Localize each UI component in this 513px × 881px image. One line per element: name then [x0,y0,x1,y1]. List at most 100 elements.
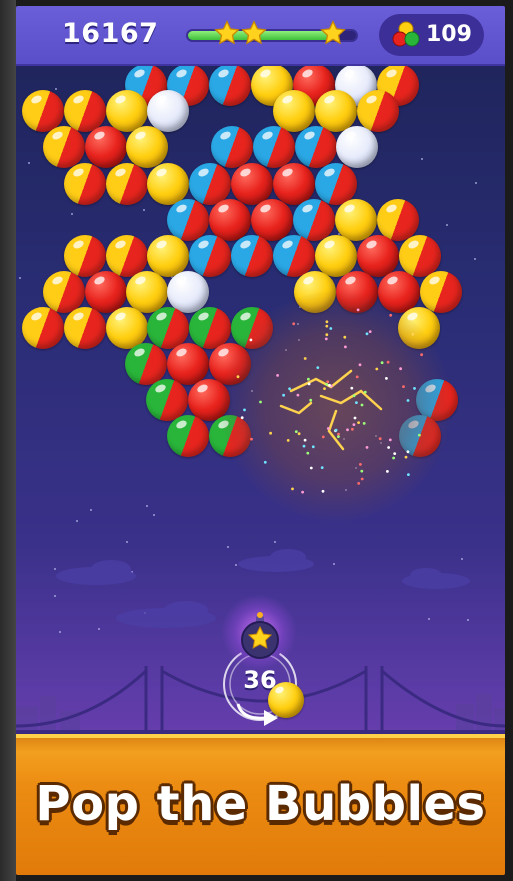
spark [418,433,421,437]
banner-shade [16,738,505,752]
banner-caption: Pop the Bubbles [35,776,486,832]
progress-star-icon [320,20,346,45]
bubbles-currency-icon [392,21,420,47]
spark [407,473,410,476]
bubble-redyellow [64,163,106,205]
bubble-redblue [209,64,251,106]
spark [324,337,328,341]
game-canvas[interactable]: 16167 109 36 Pop the Bubbles [16,6,505,875]
spark [380,361,384,365]
spark [240,416,244,420]
spark [365,332,369,336]
bubble-redyellow [22,307,64,349]
spark [393,452,397,455]
spark [360,477,364,481]
next-bubble[interactable] [268,682,304,718]
coin-counter[interactable]: 109 [379,14,484,56]
spark [303,357,307,360]
spark [325,333,329,337]
star-dot [474,181,477,184]
spark [352,394,356,398]
bubble-redblue [189,235,231,277]
spark [357,421,360,424]
progress-star-icon [241,20,267,45]
spark [385,377,388,380]
star-dot [152,513,155,516]
coin-count: 109 [426,22,472,47]
spark [386,360,390,364]
spark [325,320,329,324]
bubble-red [85,126,127,168]
star-dot [89,508,92,511]
spark [325,324,329,328]
spark [356,308,360,312]
bubble-redyellow [64,307,106,349]
bubble-redblue [295,126,337,168]
spark [406,450,410,454]
spark [328,383,331,387]
spark [351,427,354,431]
spark [326,427,330,430]
star-dot [55,87,58,90]
spark [365,446,369,449]
bubble-yellow [126,126,168,168]
star-dot [76,520,79,523]
star-dot [71,212,74,215]
spark [259,400,262,404]
star-bomb-icon[interactable] [237,612,283,660]
spark [294,430,298,433]
bubble-redblue [253,126,295,168]
spark [326,380,330,384]
spark [350,386,354,390]
spark [297,432,301,436]
spark [362,422,366,425]
spark [355,401,358,404]
spark [309,398,313,402]
star-dot [27,162,30,165]
spark [269,431,272,435]
spark [363,390,367,394]
spark [392,456,395,460]
spark [282,393,285,397]
star-dot [420,157,423,160]
spark [355,375,359,379]
spark [337,432,340,436]
spark [292,322,296,326]
spark [386,470,389,473]
spark [286,439,290,442]
spark [343,335,347,339]
spark [411,332,415,336]
spark [353,416,357,420]
spark [359,463,362,466]
spark [360,469,364,473]
spark [378,437,382,441]
spark [250,437,253,441]
spark [360,403,364,407]
spark [302,444,306,448]
spark [296,393,300,397]
spark [388,438,392,442]
progress-star-icon [214,20,240,45]
spark [321,489,325,493]
spark [249,338,253,342]
bubble-white [336,126,378,168]
spark [236,375,240,379]
spark [346,428,349,432]
star-dot [446,224,449,227]
spark [387,446,390,449]
promo-banner: Pop the Bubbles [16,734,505,875]
bubble-redgreen [167,415,209,457]
spark [420,353,423,357]
spark [303,438,307,442]
spark [389,313,393,317]
spark [306,451,310,455]
spark [316,366,320,369]
spark [288,387,291,391]
spark [375,367,379,371]
star-dot [142,208,145,211]
spark [334,428,338,432]
spark [406,399,410,402]
spark [291,487,294,491]
spark [323,387,326,390]
spark [344,345,347,349]
